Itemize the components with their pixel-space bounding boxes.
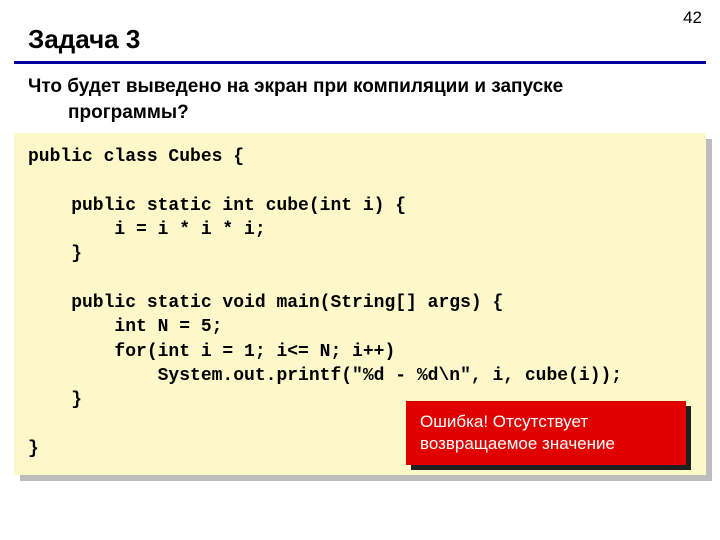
error-callout-container: Ошибка! Отсутствует возвращаемое значени… <box>406 401 686 465</box>
error-line-2: возвращаемое значение <box>420 433 668 455</box>
slide-title: Задача 3 <box>0 0 720 59</box>
code-block-container: public class Cubes { public static int c… <box>14 133 706 475</box>
question-line-1: Что будет выведено на экран при компиляц… <box>28 76 563 97</box>
error-line-1: Ошибка! Отсутствует <box>420 411 668 433</box>
error-callout: Ошибка! Отсутствует возвращаемое значени… <box>406 401 686 465</box>
page-number: 42 <box>683 8 702 28</box>
question-line-2: программы? <box>28 100 692 126</box>
title-underline <box>14 61 706 64</box>
question-text: Что будет выведено на экран при компиляц… <box>0 72 720 127</box>
slide: 42 Задача 3 Что будет выведено на экран … <box>0 0 720 540</box>
